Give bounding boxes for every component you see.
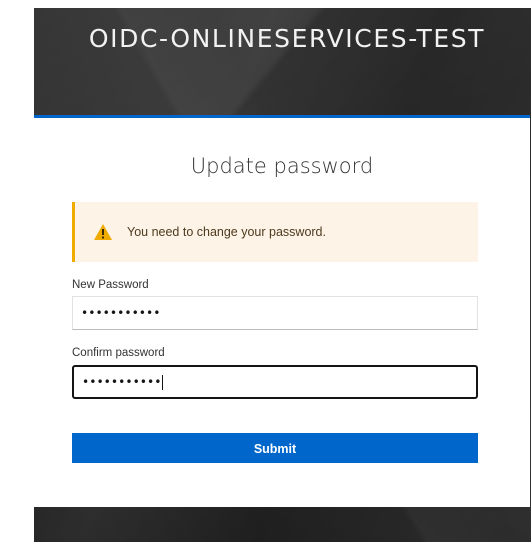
warning-alert: You need to change your password.	[72, 202, 478, 262]
new-password-label: New Password	[72, 279, 149, 291]
confirm-password-value: •••••••••••	[82, 375, 162, 389]
realm-title: OIDC-ONLINESERVICES-TEST	[88, 24, 486, 53]
new-password-input[interactable]: •••••••••••	[72, 296, 478, 330]
new-password-value: •••••••••••	[81, 306, 161, 320]
warning-triangle-icon	[93, 223, 113, 241]
text-caret	[162, 375, 164, 390]
page-title: Update password	[190, 154, 374, 178]
login-background: OIDC-ONLINESERVICES-TEST Update password…	[34, 8, 531, 542]
confirm-password-input[interactable]: •••••••••••	[72, 365, 478, 399]
update-password-card: Update password You need to change your …	[34, 115, 530, 507]
submit-button[interactable]: Submit	[72, 433, 478, 463]
alert-message: You need to change your password.	[127, 225, 326, 239]
confirm-password-label: Confirm password	[72, 347, 165, 359]
